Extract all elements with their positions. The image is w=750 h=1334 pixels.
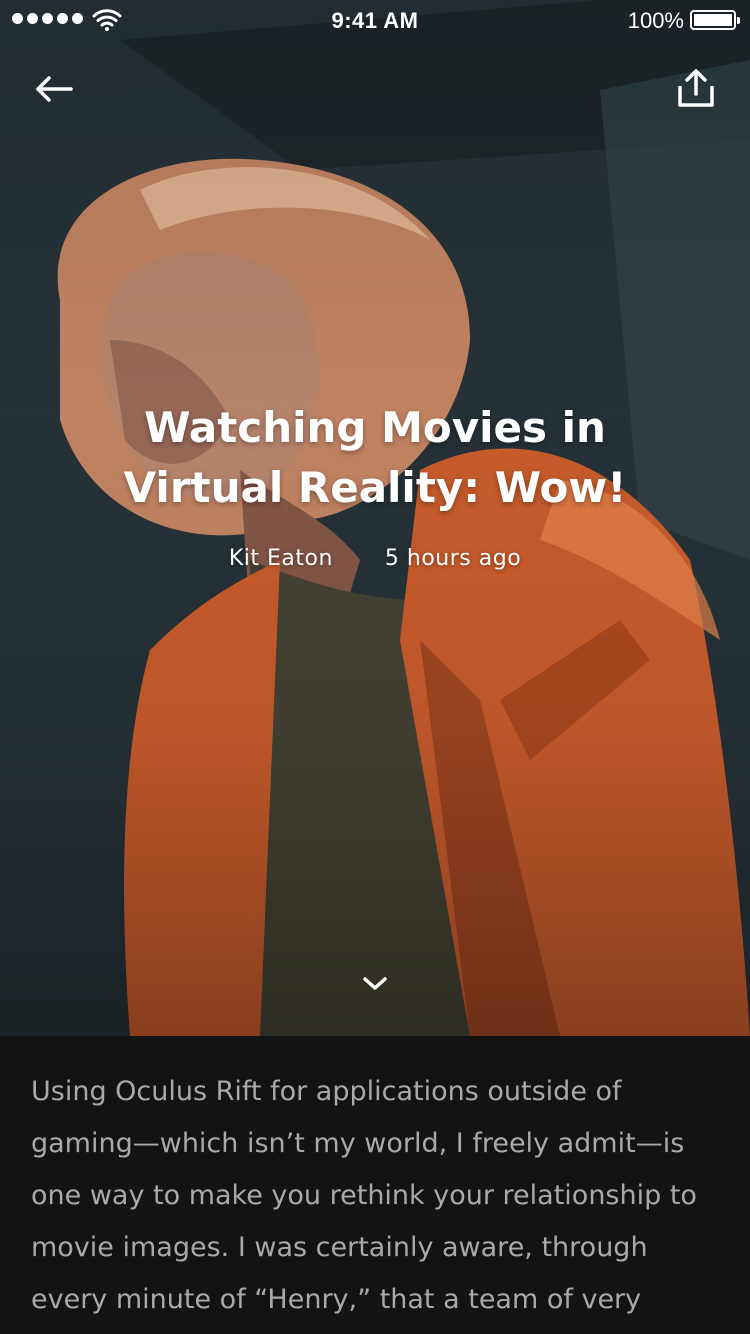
- hero-image-section: 9:41 AM 100% Watching Movies in Virtual …: [0, 0, 750, 1036]
- battery-icon: [690, 10, 740, 30]
- article-meta: Kit Eaton 5 hours ago: [0, 546, 750, 571]
- article-body-text: Using Oculus Rift for applications outsi…: [31, 1076, 697, 1315]
- back-button[interactable]: [26, 64, 82, 114]
- battery-percentage: 100%: [627, 8, 684, 33]
- article-title: Watching Movies in Virtual Reality: Wow!: [123, 403, 627, 512]
- chevron-down-icon: [363, 977, 387, 990]
- status-bar: 9:41 AM 100%: [0, 0, 750, 40]
- scroll-down-button[interactable]: [355, 966, 395, 1002]
- share-icon: [678, 69, 714, 107]
- arrow-left-icon: [36, 76, 73, 102]
- article-author[interactable]: Kit Eaton: [229, 546, 333, 571]
- share-button[interactable]: [670, 62, 722, 114]
- article-body-section: Using Oculus Rift for applications outsi…: [0, 1036, 750, 1334]
- article-time: 5 hours ago: [384, 546, 522, 571]
- hero-overlay: [0, 0, 750, 1036]
